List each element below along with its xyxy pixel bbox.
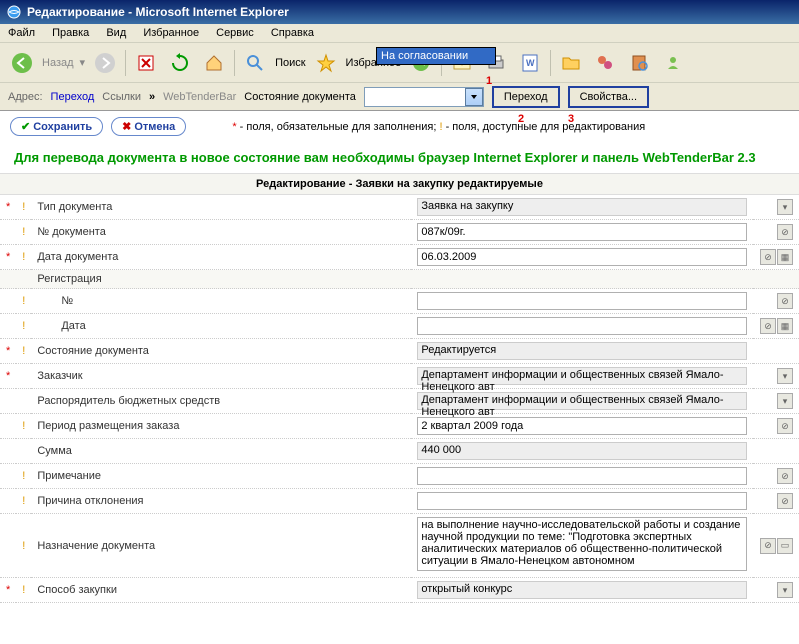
clear-icon[interactable]: ⊘ <box>777 468 793 484</box>
discuss-icon[interactable] <box>591 49 619 77</box>
cancel-button[interactable]: ✖Отмена <box>111 117 186 136</box>
menu-favorites[interactable]: Избранное <box>143 27 199 39</box>
save-button[interactable]: ✔Сохранить <box>10 117 103 136</box>
row-regnum-input[interactable] <box>417 292 747 310</box>
messenger-icon[interactable] <box>659 49 687 77</box>
row-budgetmgr-value: Департамент информации и общественных св… <box>417 392 747 410</box>
state-dropdown-list[interactable]: На согласовании <box>376 47 496 65</box>
row-reject-input[interactable] <box>417 492 747 510</box>
menu-file[interactable]: Файл <box>8 27 35 39</box>
row-registration-label: Регистрация <box>31 270 799 289</box>
row-note-input[interactable] <box>417 467 747 485</box>
edit-button[interactable]: W <box>516 49 544 77</box>
row-state-value: Редактируется <box>417 342 747 360</box>
menu-edit[interactable]: Правка <box>52 27 89 39</box>
home-button[interactable] <box>200 49 228 77</box>
dropdown-icon[interactable]: ▾ <box>777 199 793 215</box>
ie-icon <box>6 4 22 20</box>
row-state-label: Состояние документа <box>31 339 411 364</box>
section-title: Редактирование - Заявки на закупку редак… <box>0 173 799 195</box>
calendar-icon[interactable]: ▦ <box>777 249 793 265</box>
row-method-label: Способ закупки <box>31 578 411 603</box>
properties-button[interactable]: Свойства... <box>568 86 649 108</box>
back-label[interactable]: Назад <box>42 57 74 69</box>
calendar-icon[interactable]: ▦ <box>777 318 793 334</box>
row-regdate-input[interactable] <box>417 317 747 335</box>
row-purpose-input[interactable] <box>417 517 747 571</box>
clear-icon[interactable]: ⊘ <box>760 318 776 334</box>
window-title: Редактирование - Microsoft Internet Expl… <box>27 5 289 19</box>
state-combo[interactable] <box>364 87 484 107</box>
row-docdate-input[interactable] <box>417 248 747 266</box>
notice-text: Для перевода документа в новое состояние… <box>0 142 799 173</box>
action-bar: ✔Сохранить ✖Отмена * - поля, обязательны… <box>0 111 799 142</box>
clear-icon[interactable]: ⊘ <box>760 249 776 265</box>
address-bar: Адрес: Переход Ссылки » WebTenderBar Сос… <box>0 83 799 111</box>
search-button[interactable] <box>241 49 269 77</box>
content-area: ✔Сохранить ✖Отмена * - поля, обязательны… <box>0 111 799 603</box>
form-table: *!Тип документаЗаявка на закупку▾ !№ док… <box>0 195 799 603</box>
menubar: Файл Правка Вид Избранное Сервис Справка <box>0 24 799 43</box>
clear-icon[interactable]: ⊘ <box>777 493 793 509</box>
favorites-button[interactable] <box>312 49 340 77</box>
legend: * - поля, обязательные для заполнения; !… <box>232 121 645 133</box>
perehod-link[interactable]: Переход <box>51 91 95 103</box>
refresh-button[interactable] <box>166 49 194 77</box>
row-doctype-value: Заявка на закупку <box>417 198 747 216</box>
forward-button[interactable] <box>91 49 119 77</box>
expand-icon[interactable]: ▭ <box>777 538 793 554</box>
row-period-label: Период размещения заказа <box>31 414 411 439</box>
row-sum-label: Сумма <box>31 439 411 464</box>
stop-button[interactable] <box>132 49 160 77</box>
state-label: Состояние документа <box>244 91 356 103</box>
menu-help[interactable]: Справка <box>271 27 314 39</box>
back-button[interactable] <box>8 49 36 77</box>
row-purpose-label: Назначение документа <box>31 514 411 578</box>
svg-text:W: W <box>526 58 535 68</box>
row-sum-value: 440 000 <box>417 442 747 460</box>
folder-icon[interactable] <box>557 49 585 77</box>
search-label[interactable]: Поиск <box>275 57 305 69</box>
row-period-input[interactable] <box>417 417 747 435</box>
research-icon[interactable] <box>625 49 653 77</box>
row-regdate-label: Дата <box>31 314 411 339</box>
row-budgetmgr-label: Распорядитель бюджетных средств <box>31 389 411 414</box>
clear-icon[interactable]: ⊘ <box>777 224 793 240</box>
go-button[interactable]: Переход <box>492 86 560 108</box>
menu-view[interactable]: Вид <box>106 27 126 39</box>
titlebar: Редактирование - Microsoft Internet Expl… <box>0 0 799 24</box>
annotation-1: 1 <box>486 75 492 87</box>
dropdown-icon[interactable]: ▾ <box>777 368 793 384</box>
dropdown-item[interactable]: На согласовании <box>381 50 468 62</box>
row-note-label: Примечание <box>31 464 411 489</box>
dropdown-icon[interactable]: ▾ <box>777 393 793 409</box>
links-label[interactable]: Ссылки <box>102 91 141 103</box>
row-doctype-label: Тип документа <box>31 195 411 220</box>
row-customer-value: Департамент информации и общественных св… <box>417 367 747 385</box>
row-docdate-label: Дата документа <box>31 245 411 270</box>
row-customer-label: Заказчик <box>31 364 411 389</box>
row-regnum-label: № <box>31 289 411 314</box>
annotation-3: 3 <box>568 113 574 125</box>
clear-icon[interactable]: ⊘ <box>760 538 776 554</box>
annotation-2: 2 <box>518 113 524 125</box>
address-label: Адрес: <box>8 91 43 103</box>
dropdown-arrow-icon[interactable] <box>465 88 483 106</box>
webtenderbar-label[interactable]: WebTenderBar <box>163 91 236 103</box>
menu-tools[interactable]: Сервис <box>216 27 254 39</box>
dropdown-icon[interactable]: ▾ <box>777 582 793 598</box>
clear-icon[interactable]: ⊘ <box>777 293 793 309</box>
row-docnum-label: № документа <box>31 220 411 245</box>
clear-icon[interactable]: ⊘ <box>777 418 793 434</box>
row-method-value: открытый конкурс <box>417 581 747 599</box>
row-docnum-input[interactable] <box>417 223 747 241</box>
row-reject-label: Причина отклонения <box>31 489 411 514</box>
